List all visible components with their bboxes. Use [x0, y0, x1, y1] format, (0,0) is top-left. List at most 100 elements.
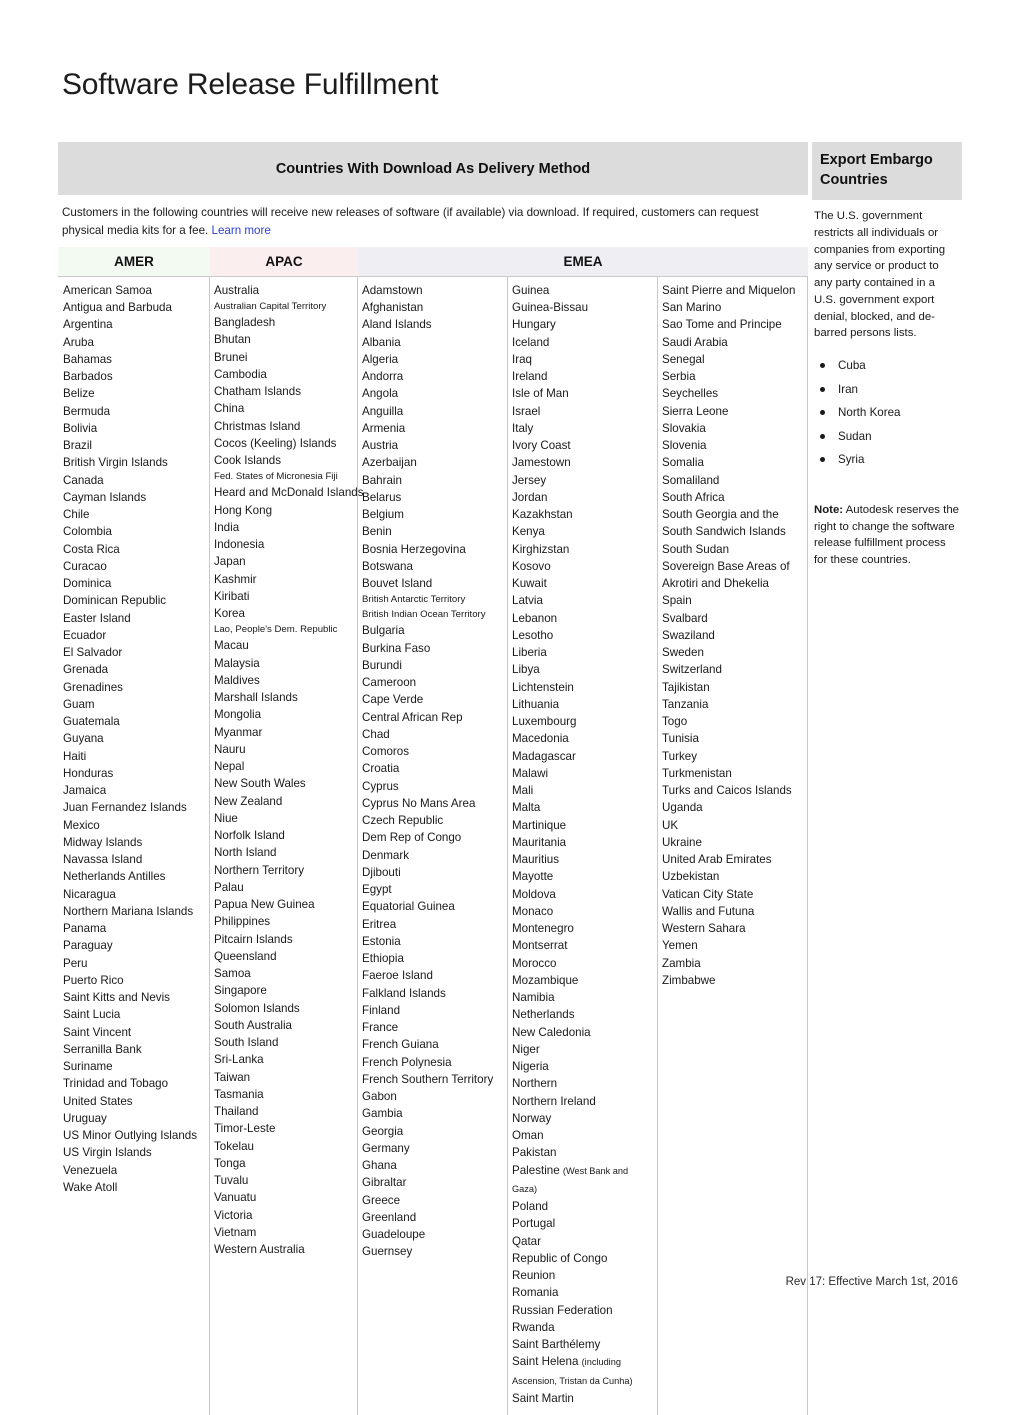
country-item: Costa Rica	[63, 542, 120, 556]
country-item: Montserrat	[512, 939, 568, 953]
country-item: Pitcairn Islands	[214, 932, 293, 946]
country-item: Bosnia Herzegovina	[362, 542, 466, 556]
bullet-icon	[820, 386, 825, 392]
country-item: Mongolia	[214, 708, 262, 722]
country-item: United Arab Emirates	[662, 853, 772, 867]
country-item: Cameroon	[362, 676, 417, 690]
country-item: Easter Island	[63, 611, 131, 625]
country-item: Somaliland	[662, 473, 720, 487]
country-item: US Minor Outlying Islands	[63, 1129, 198, 1143]
country-item: Afghanistan	[362, 301, 424, 315]
country-item: Marshall Islands	[214, 691, 298, 705]
country-item: Gibraltar	[362, 1176, 407, 1190]
country-item: Saint Barthélemy	[512, 1338, 601, 1352]
country-item: Niger	[512, 1042, 540, 1056]
country-item: Central African Rep	[362, 710, 463, 724]
country-item: Lebanon	[512, 611, 558, 625]
country-item: Mauritania	[512, 835, 567, 849]
country-item: French Guiana	[362, 1038, 439, 1052]
country-item: Jordan	[512, 490, 548, 504]
column-emea-1: Adamstown Afghanistan Aland Islands Albania…	[358, 276, 508, 1415]
embargo-country-item: Syria	[812, 448, 962, 472]
learn-more-link[interactable]: Learn more	[212, 224, 271, 237]
country-item: Turks and Caicos Islands	[662, 784, 792, 798]
country-item: Poland	[512, 1200, 549, 1214]
embargo-country-item: North Korea	[812, 401, 962, 425]
country-item: Tajikistan	[662, 680, 710, 694]
country-item: Uzbekistan	[662, 870, 720, 884]
country-item: Georgia	[362, 1124, 404, 1138]
country-item: Bahamas	[63, 352, 112, 366]
country-item: Benin	[362, 525, 392, 539]
country-item: Nicaragua	[63, 887, 116, 901]
country-item: Heard and McDonald Islands	[214, 486, 364, 500]
country-item: Slovenia	[662, 439, 707, 453]
country-item: Serranilla Bank	[63, 1042, 142, 1056]
country-columns: American Samoa Antigua and Barbuda Argenti…	[58, 275, 808, 1415]
country-item: Antigua and Barbuda	[63, 301, 172, 315]
country-item: Philippines	[214, 915, 271, 929]
country-item: Uganda	[662, 801, 703, 815]
country-item: Mali	[512, 784, 534, 798]
country-item: Mayotte	[512, 870, 554, 884]
country-item: Northern Mariana Islands	[63, 904, 194, 918]
country-item: Kosovo	[512, 559, 551, 573]
embargo-country-item: Sudan	[812, 425, 962, 449]
country-item: El Salvador	[63, 646, 123, 660]
country-item: Eritrea	[362, 917, 397, 931]
country-item: Bermuda	[63, 404, 111, 418]
country-item: Palau	[214, 880, 244, 894]
country-item: Nauru	[214, 742, 246, 756]
country-item: Paraguay	[63, 939, 113, 953]
country-item: Hong Kong	[214, 503, 273, 517]
country-item: Colombia	[63, 525, 112, 539]
page-title: Software Release Fulfillment	[62, 68, 439, 101]
country-item: Cook Islands	[214, 454, 282, 468]
country-item: Guadeloupe	[362, 1228, 426, 1242]
country-item: Bolivia	[63, 421, 98, 435]
country-item: Argentina	[63, 318, 113, 332]
country-item: Japan	[214, 555, 246, 569]
country-item: Belarus	[362, 490, 402, 504]
embargo-country-list: Cuba Iran North Korea Sudan Syria	[812, 354, 962, 472]
export-embargo-sidebar: Export Embargo Countries The U.S. govern…	[812, 142, 962, 569]
country-item: Sovereign Base Areas of Akrotiri and Dhe…	[662, 559, 790, 591]
country-item: Gambia	[362, 1107, 403, 1121]
country-item: Latvia	[512, 594, 543, 608]
region-header-amer: AMER	[58, 246, 210, 276]
country-item: Tunisia	[662, 732, 699, 746]
country-item: French Polynesia	[362, 1055, 452, 1069]
country-item: Kashmir	[214, 572, 257, 586]
country-item: Ireland	[512, 370, 548, 384]
country-item: Senegal	[662, 352, 705, 366]
country-item: Belize	[63, 387, 95, 401]
country-item: Timor-Leste	[214, 1122, 276, 1136]
embargo-country-label: Cuba	[838, 359, 866, 373]
country-item: Saint Martin	[512, 1391, 574, 1405]
country-item: Republic of Congo	[512, 1251, 608, 1265]
country-item: Denmark	[362, 848, 410, 862]
country-item: Malaysia	[214, 656, 260, 670]
country-item: Suriname	[63, 1060, 113, 1074]
country-item: Sierra Leone	[662, 404, 729, 418]
country-item: Christmas Island	[214, 419, 301, 433]
country-item: French Southern Territory	[362, 1072, 494, 1086]
country-item: Tuvalu	[214, 1174, 249, 1188]
country-item: New Zealand	[214, 794, 283, 808]
country-item: New South Wales	[214, 777, 306, 791]
country-item: Croatia	[362, 762, 400, 776]
note-block: Note: Autodesk reserves the right to cha…	[812, 502, 962, 569]
country-item: Oman	[512, 1129, 544, 1143]
country-item: Iceland	[512, 335, 550, 349]
bullet-icon	[820, 433, 825, 439]
country-item: Hungary	[512, 318, 556, 332]
embargo-country-item: Cuba	[812, 354, 962, 378]
bullet-icon	[820, 410, 825, 416]
country-item: Saint Kitts and Nevis	[63, 991, 170, 1005]
country-item: Morocco	[512, 956, 557, 970]
country-item: Thailand	[214, 1105, 259, 1119]
country-item: US Virgin Islands	[63, 1146, 152, 1160]
country-item: Bulgaria	[362, 624, 405, 638]
country-item: Kiribati	[214, 589, 250, 603]
country-item: Seychelles	[662, 387, 719, 401]
